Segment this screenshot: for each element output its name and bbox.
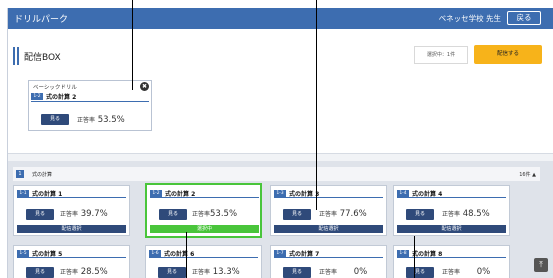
card-header: 1-3 式の計算 3 (274, 189, 383, 198)
score-display: 正答率 0% (319, 267, 367, 277)
card-title: 式の計算 1 (32, 191, 63, 198)
view-button[interactable]: 見る (406, 267, 434, 278)
card-header: 1-6 式の計算 6 (149, 249, 258, 258)
scroll-to-top-icon[interactable]: ⤒ (534, 258, 548, 272)
page-title: 配信BOX (24, 53, 61, 63)
score-display: 正答率53.5% (192, 209, 237, 219)
section-count-toggle[interactable]: 16件 ▲ (519, 171, 536, 178)
score-display: 正答率 0% (442, 267, 490, 277)
score-value: 0% (353, 267, 368, 277)
drill-card: 1-4 式の計算 4 見る 正答率 48.5% 配信選択 (393, 185, 510, 236)
card-header: 1-7 式の計算 7 (274, 249, 383, 258)
card-title: 式の計算 7 (289, 251, 320, 258)
view-button[interactable]: 見る (41, 114, 69, 125)
score-label: 正答率 (192, 211, 211, 218)
score-value: 53.5% (210, 209, 238, 219)
score-label: 正答率 (442, 211, 461, 218)
score-value: 13.3% (212, 267, 240, 277)
view-button[interactable]: 見る (26, 267, 54, 278)
select-for-delivery-button[interactable]: 配信選択 (17, 225, 126, 233)
view-button[interactable]: 見る (159, 209, 187, 220)
view-button[interactable]: 見る (283, 267, 311, 278)
score-display: 正答率 48.5% (442, 209, 490, 219)
app-root: ドリルパーク ベネッセ学校 先生 戻る 配信BOX 選択中：1件 配信する ベー… (0, 0, 553, 278)
drill-list-panel: 1 式の計算 16件 ▲ 1-1 式の計算 1 見る 正答率 39.7% 配信選… (8, 161, 553, 278)
score-value: 48.5% (462, 209, 490, 219)
unit-number-badge: 1-7 (274, 250, 286, 257)
section-header[interactable]: 1 式の計算 16件 ▲ (13, 167, 540, 181)
title-marker (17, 47, 19, 65)
score-value: 0% (476, 267, 491, 277)
score-value: 39.7% (80, 209, 108, 219)
annotation-line (186, 232, 187, 278)
view-button[interactable]: 見る (283, 209, 311, 220)
unit-number-badge: 1-6 (149, 250, 161, 257)
delivery-box-panel: 配信BOX 選択中：1件 配信する ベーシックドリル ✖ 1-2 式の計算 2 … (8, 29, 553, 154)
annotation-line (414, 236, 415, 278)
card-title: 式の計算 5 (32, 251, 63, 258)
score-value: 53.5% (97, 115, 125, 125)
score-value: 77.6% (339, 209, 367, 219)
selected-drill-card: ベーシックドリル ✖ 1-2 式の計算 2 見る 正答率 53.5% (28, 80, 152, 131)
view-button[interactable]: 見る (406, 209, 434, 220)
select-for-delivery-button[interactable]: 配信選択 (274, 225, 383, 233)
score-display: 正答率 53.5% (77, 115, 125, 125)
view-button[interactable]: 見る (158, 267, 186, 278)
score-label: 正答率 (77, 117, 96, 124)
top-bar: ドリルパーク ベネッセ学校 先生 戻る (8, 8, 553, 29)
drill-card-selected: 1-2 式の計算 2 見る 正答率53.5% 選択中 (145, 183, 262, 238)
drill-card: 1-8 式の計算 8 見る 正答率 0% (393, 245, 510, 278)
deliver-button[interactable]: 配信する (474, 45, 542, 64)
unit-number-badge: 1-2 (150, 190, 162, 197)
card-title: 式の計算 6 (164, 251, 195, 258)
card-title: 式の計算 2 (165, 191, 196, 198)
score-label: 正答率 (192, 269, 211, 276)
title-marker (13, 47, 15, 65)
score-display: 正答率 28.5% (60, 267, 108, 277)
card-header: 1-5 式の計算 5 (17, 249, 126, 258)
drill-card: 1-6 式の計算 6 見る 正答率 13.3% (145, 245, 262, 278)
unit-number-badge: 1-5 (17, 250, 29, 257)
unit-number-badge: 1-2 (31, 93, 43, 100)
drill-card: 1-5 式の計算 5 見る 正答率 28.5% (13, 245, 130, 278)
annotation-line (316, 0, 317, 210)
score-label: 正答率 (319, 269, 338, 276)
card-header: 1-1 式の計算 1 (17, 189, 126, 198)
card-header: 1-4 式の計算 4 (397, 189, 506, 198)
user-label: ベネッセ学校 先生 (438, 14, 501, 23)
score-label: 正答率 (60, 211, 79, 218)
score-label: 正答率 (442, 269, 461, 276)
section-number-badge: 1 (16, 170, 24, 178)
view-button[interactable]: 見る (26, 209, 54, 220)
score-value: 28.5% (80, 267, 108, 277)
card-title: 式の計算 8 (412, 251, 443, 258)
drill-card: 1-1 式の計算 1 見る 正答率 39.7% 配信選択 (13, 185, 130, 236)
card-title: 式の計算 2 (46, 94, 77, 101)
card-title: 式の計算 4 (412, 191, 443, 198)
selected-status-button[interactable]: 選択中 (150, 225, 259, 233)
unit-number-badge: 1-3 (274, 190, 286, 197)
score-display: 正答率 13.3% (192, 267, 240, 277)
card-header: 1-2 式の計算 2 (31, 92, 149, 102)
card-header: 1-2 式の計算 2 (150, 189, 259, 198)
drill-card: 1-7 式の計算 7 見る 正答率 0% (270, 245, 387, 278)
unit-number-badge: 1-4 (397, 190, 409, 197)
score-display: 正答率 39.7% (60, 209, 108, 219)
score-label: 正答率 (319, 211, 338, 218)
unit-number-badge: 1-1 (17, 190, 29, 197)
section-name: 式の計算 (32, 172, 53, 178)
unit-number-badge: 1-8 (397, 250, 409, 257)
close-icon[interactable]: ✖ (140, 82, 149, 91)
app-window: ドリルパーク ベネッセ学校 先生 戻る 配信BOX 選択中：1件 配信する ベー… (7, 8, 553, 278)
annotation-line (132, 0, 133, 90)
score-label: 正答率 (60, 269, 79, 276)
app-title: ドリルパーク (14, 15, 69, 25)
card-title: 式の計算 3 (289, 191, 320, 198)
select-for-delivery-button[interactable]: 配信選択 (397, 225, 506, 233)
drill-type-label: ベーシックドリル (33, 85, 77, 91)
score-display: 正答率 77.6% (319, 209, 367, 219)
selected-count-badge: 選択中：1件 (414, 46, 468, 64)
back-button[interactable]: 戻る (507, 11, 541, 25)
drill-card: 1-3 式の計算 3 見る 正答率 77.6% 配信選択 (270, 185, 387, 236)
